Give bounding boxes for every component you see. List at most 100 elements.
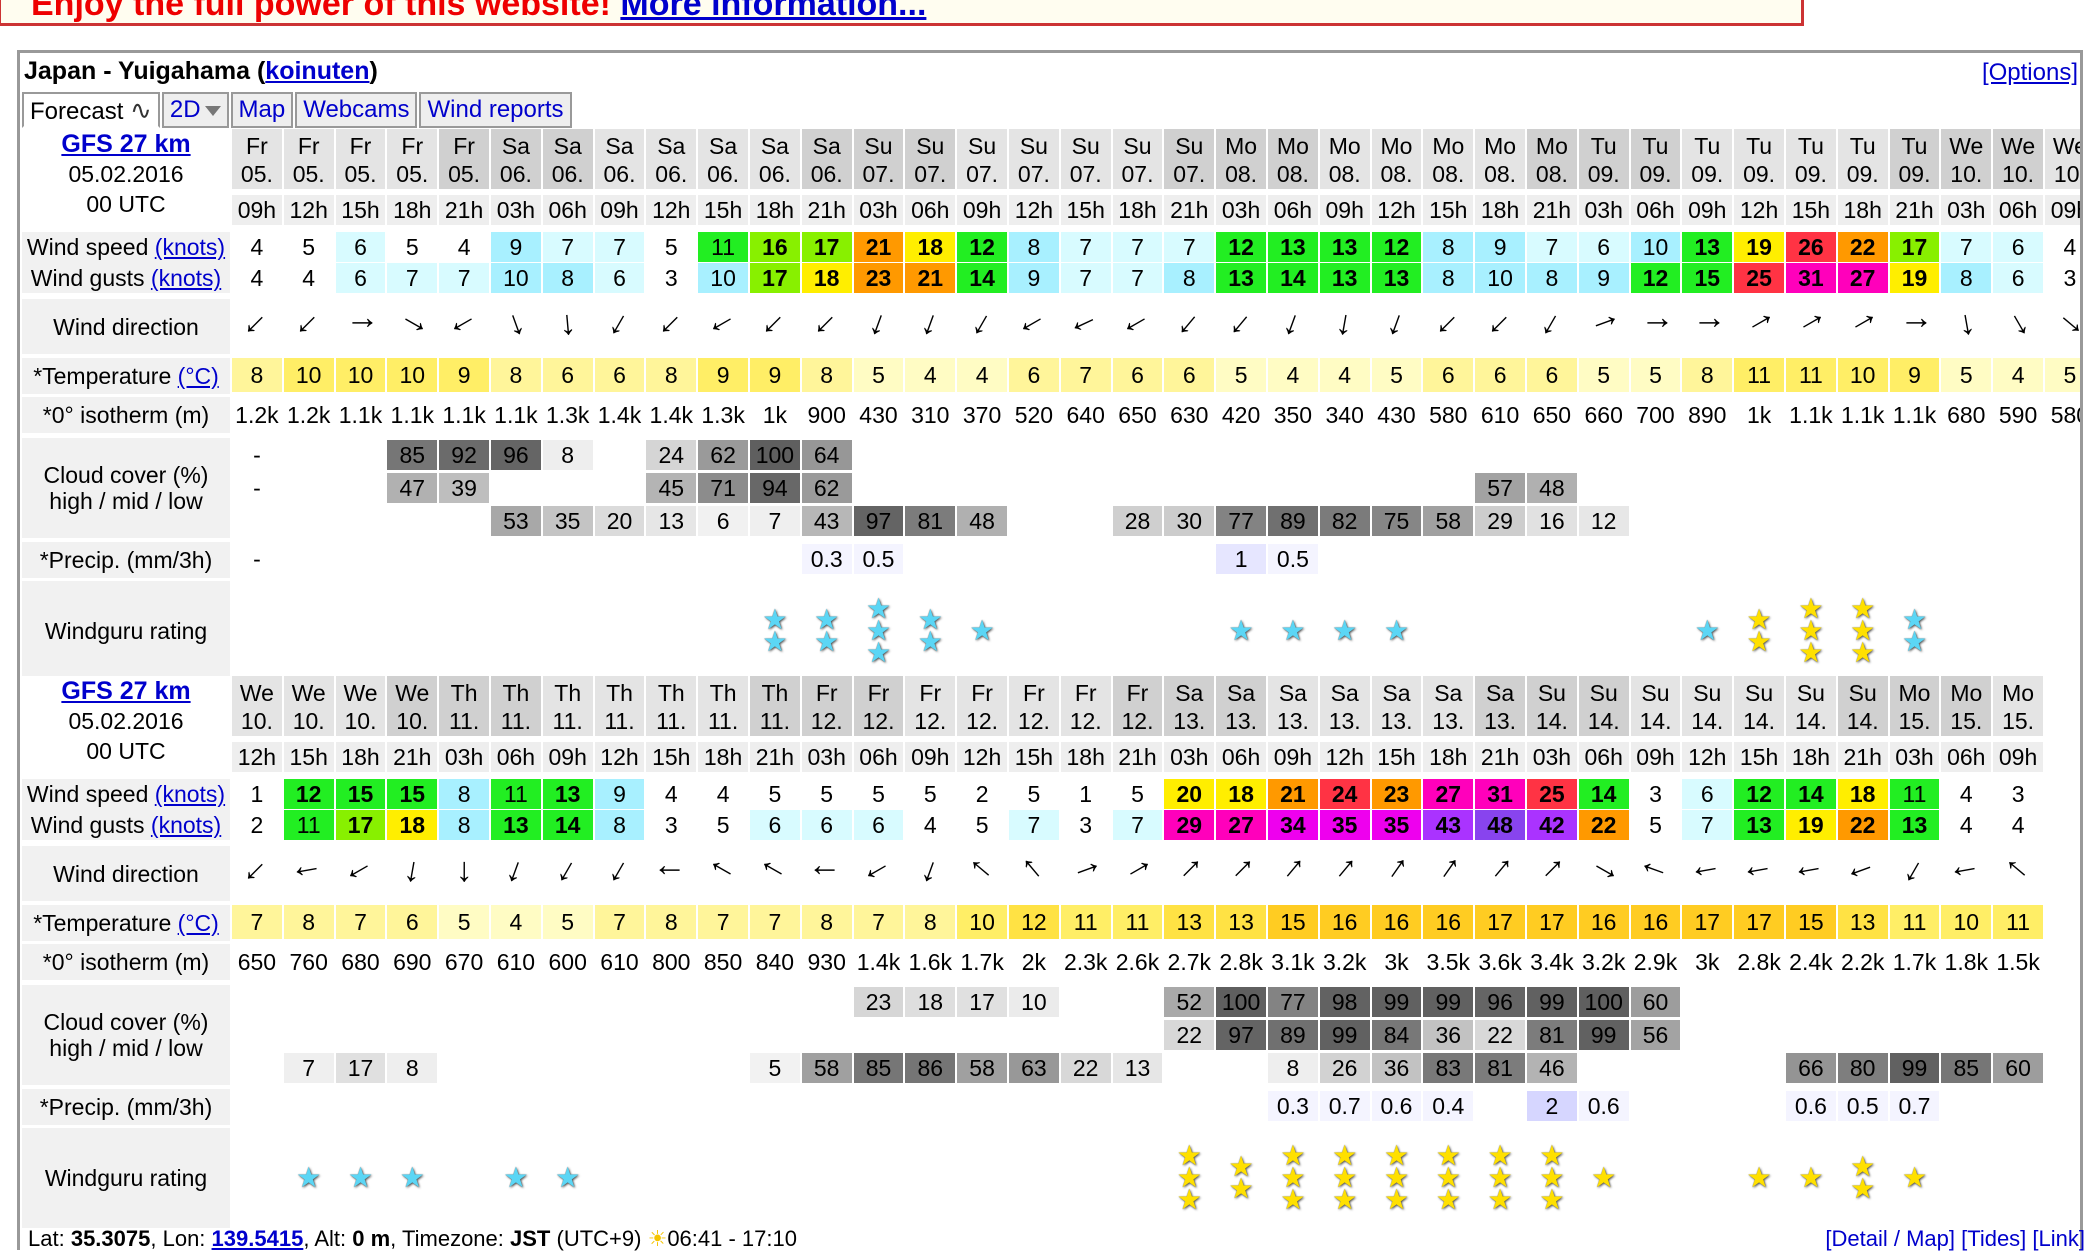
precip-cell — [1527, 544, 1577, 574]
precip-cell — [750, 1091, 800, 1121]
hour-cell: 12h — [1734, 195, 1784, 225]
cloud-mid-cell — [387, 1020, 437, 1050]
isotherm-cell: 840 — [755, 949, 795, 975]
units-link[interactable]: (°C) — [178, 910, 219, 936]
wind-speed-cell: 21 — [853, 232, 904, 262]
footer-links[interactable]: [Detail / Map] [Tides] [Link] — [1825, 1226, 2085, 1252]
wind-gusts-cell: 10 — [698, 263, 748, 293]
precip-cell — [1009, 544, 1059, 574]
cloud-high-cell: 10 — [1009, 987, 1059, 1017]
wind-arrow-icon: ↓ — [602, 849, 637, 891]
wind-gusts-cell: 4 — [1993, 810, 2043, 840]
wind-gusts-cell: 14 — [957, 263, 1007, 293]
day-cell: Fr — [1060, 676, 1111, 706]
tab-forecast[interactable]: Forecast ∿ — [22, 92, 160, 128]
cloud-high-cell: 98 — [1319, 987, 1370, 1017]
units-link[interactable]: (knots) — [155, 234, 225, 260]
isotherm-label: *0° isotherm (m) — [22, 397, 230, 433]
wind-speed-cell: 5 — [283, 232, 334, 262]
more-info-link[interactable]: More information... — [620, 0, 926, 23]
wind-direction-cell: ↓ — [1786, 846, 1836, 901]
cloud-high-cell — [854, 440, 904, 470]
wind-arrow-icon: ↓ — [1895, 314, 1934, 332]
wind-gusts-cell: 17 — [335, 810, 386, 840]
date-cell: 13. — [1423, 706, 1474, 736]
rating-cell: ★ ★ ★ — [1786, 581, 1836, 681]
lon-value[interactable]: 139.5415 — [212, 1226, 304, 1251]
wind-direction-cell: ↓ — [1631, 299, 1681, 354]
temperature-cell: 5 — [439, 905, 489, 939]
cloud-mid-cell — [646, 1020, 696, 1050]
cloud-low-cell: 77 — [1216, 506, 1266, 536]
precip-cell — [1475, 1091, 1525, 1121]
wind-speed-cell: 18 — [905, 232, 956, 262]
wind-arrow-icon: ↓ — [2001, 302, 2035, 344]
options-link[interactable]: [Options] — [1982, 59, 2078, 87]
precip-cell: 0.3 — [801, 544, 852, 574]
wind-direction-cell: ↓ — [1113, 299, 1163, 354]
model-link[interactable]: GFS 27 km — [61, 677, 190, 705]
cloud-low-cell: 26 — [1319, 1053, 1370, 1083]
day-cell: Sa — [698, 129, 748, 159]
rating-cell — [1009, 1128, 1059, 1228]
temperature-cell: 8 — [646, 905, 697, 939]
cloud-high-cell — [1734, 987, 1784, 1017]
wind-arrow-icon: ↓ — [1381, 302, 1411, 344]
day-cell: Su — [957, 129, 1007, 159]
wind-gusts-cell: 9 — [1578, 263, 1629, 293]
rating-cell: ★ ★ ★ — [1372, 1128, 1422, 1228]
hour-cell: 12h — [1319, 742, 1370, 772]
hour-cell: 12h — [646, 195, 697, 225]
rating-cell — [905, 1128, 955, 1228]
rating-cell: ★ — [491, 1128, 541, 1228]
model-link[interactable]: GFS 27 km — [61, 130, 190, 158]
date-cell: 10. — [283, 706, 334, 736]
author-link[interactable]: koinuten — [265, 57, 369, 85]
wind-arrow-icon: ↓ — [550, 849, 585, 891]
sun-times: 06:41 - 17:10 — [667, 1226, 797, 1251]
units-link[interactable]: (knots) — [151, 265, 221, 291]
tab-2d[interactable]: 2D — [161, 92, 229, 128]
wind-gusts-cell: 6 — [335, 263, 386, 293]
units-link[interactable]: (°C) — [178, 363, 219, 389]
cloud-mid-cell — [1682, 1020, 1732, 1050]
temperature-cell: 17 — [1527, 905, 1577, 939]
rating-star-icon: ★ — [1280, 1184, 1306, 1215]
isotherm-cell: 3.2k — [1581, 949, 1626, 975]
model-info: GFS 27 km 05.02.2016 00 UTC — [22, 676, 230, 776]
tab-webcams[interactable]: Webcams — [295, 92, 418, 128]
wind-direction-cell: ↓ — [750, 846, 800, 901]
day-cell: Sa — [594, 129, 645, 159]
rating-cell: ★ — [284, 1128, 334, 1228]
isotherm-cell: 650 — [1532, 402, 1572, 428]
day-cell: Sa — [1164, 676, 1215, 706]
wave-graph-icon[interactable]: ∿ — [130, 95, 152, 125]
wind-gusts-cell: 8 — [1527, 263, 1577, 293]
isotherm-cell: 1.2k — [235, 402, 279, 428]
cloud-low-cell — [1734, 1053, 1784, 1083]
cloud-low-cell — [1734, 506, 1784, 536]
date-cell: 15. — [1941, 706, 1992, 736]
units-link[interactable]: (knots) — [155, 781, 225, 807]
date-cell: 09. — [1889, 159, 1940, 189]
cloud-high-cell — [1631, 440, 1681, 470]
rating-cell — [1113, 581, 1163, 681]
tab-map[interactable]: Map — [230, 92, 294, 128]
cloud-high-cell — [491, 987, 541, 1017]
wind-arrow-icon: ↓ — [962, 851, 1003, 889]
units-link[interactable]: (knots) — [151, 812, 221, 838]
tab-wind-reports[interactable]: Wind reports — [419, 92, 572, 128]
cloud-mid-cell — [854, 473, 904, 503]
wind-arrow-icon: ↓ — [400, 849, 424, 891]
forecast-table-1: GFS 27 km 05.02.2016 00 UTC Wind speed (kno… — [22, 129, 2080, 681]
cloud-high-cell — [1682, 440, 1732, 470]
rating-star-icon: ★ — [917, 626, 943, 657]
wind-gusts-cell: 8 — [542, 263, 593, 293]
wind-direction-cell: ↓ — [1579, 846, 1629, 901]
wind-direction-cell: ↓ — [1838, 299, 1888, 354]
rating-cell — [232, 1128, 282, 1228]
wind-gusts-cell: 48 — [1475, 810, 1525, 840]
promo-banner: Enjoy the full power of this website! Mo… — [0, 0, 1804, 26]
rating-cell — [1527, 581, 1577, 681]
cloud-low-cell: 36 — [1371, 1053, 1422, 1083]
